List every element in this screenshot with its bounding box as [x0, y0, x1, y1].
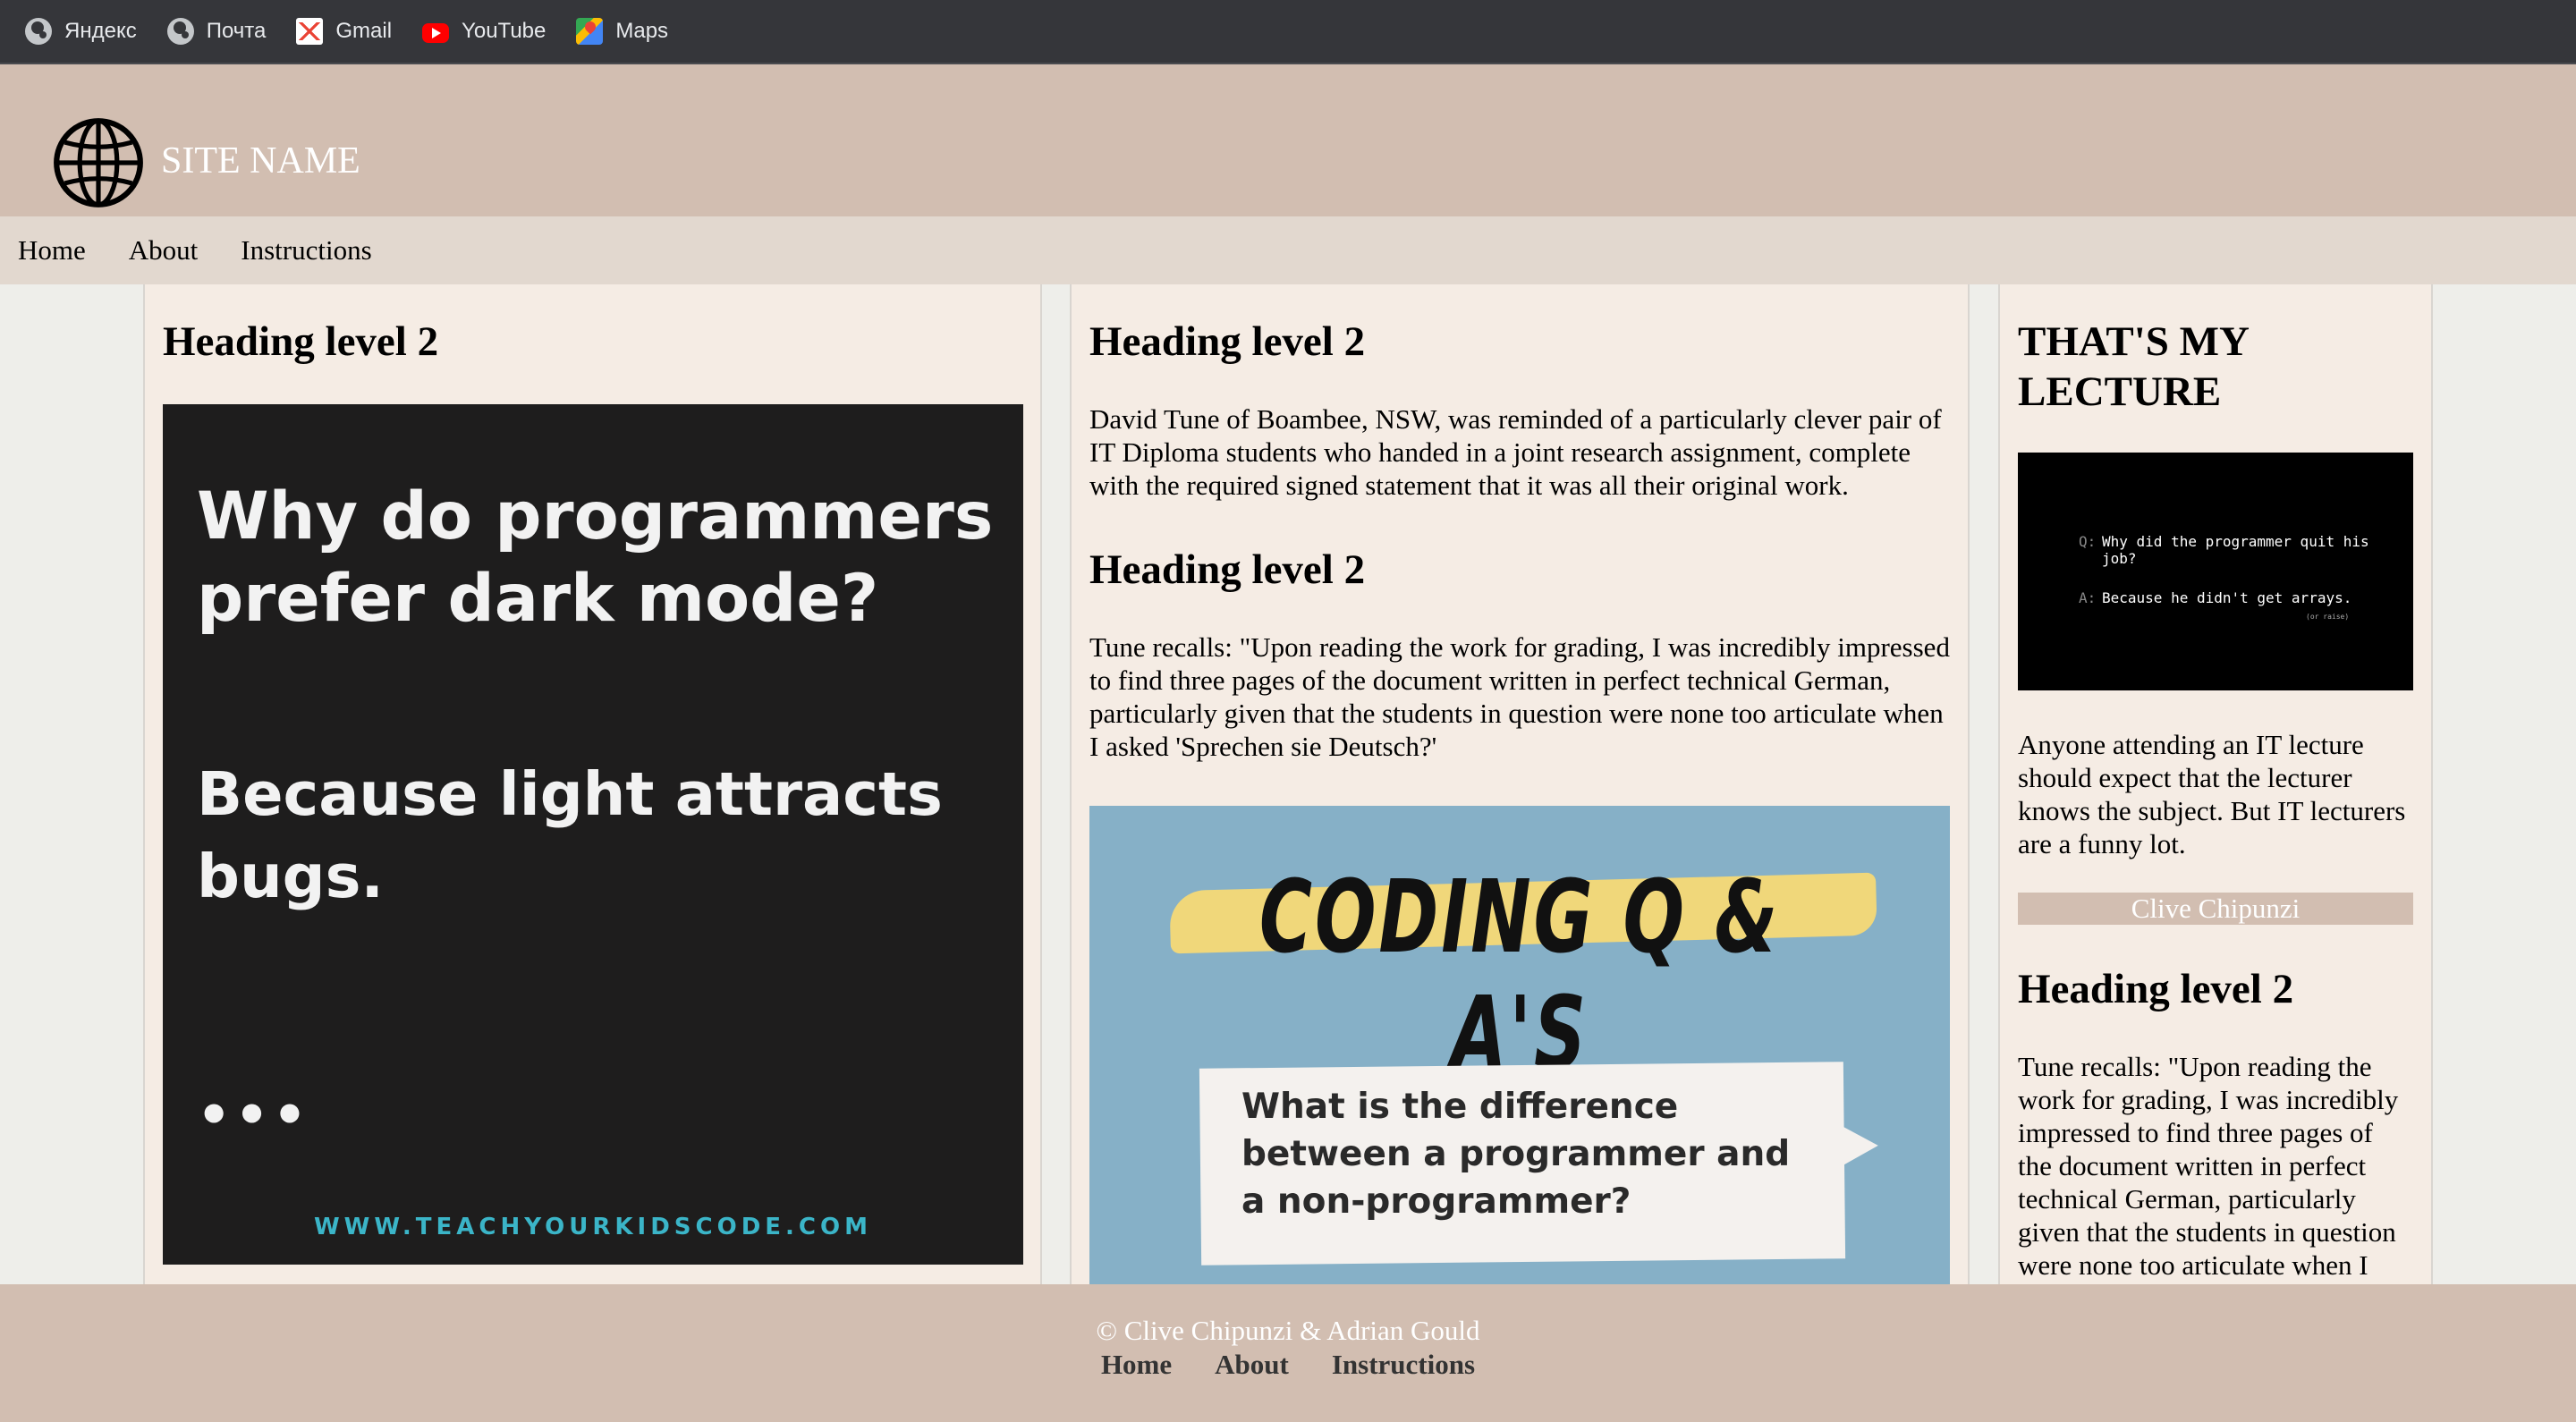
maps-icon — [576, 18, 604, 45]
joke-question: Why do programmers prefer dark mode? — [197, 478, 994, 637]
globe-icon — [166, 18, 194, 45]
bookmark-label: Яндекс — [64, 19, 137, 43]
site-footer: © Clive Chipunzi & Adrian Gould Home Abo… — [0, 1284, 2576, 1422]
bookmark-label: YouTube — [462, 19, 547, 43]
lecture-question: Why did the programmer quit his job? — [2102, 533, 2369, 567]
lecture-small-note: (or raise) — [2306, 613, 2350, 621]
bookmark-label: Почта — [206, 19, 267, 43]
joke-answer: Because light attracts bugs. — [197, 759, 943, 911]
globe-icon[interactable] — [52, 116, 145, 209]
footer-link-instructions[interactable]: Instructions — [1332, 1349, 1475, 1381]
column-right: THAT'S MY LECTURE Q: Why did the program… — [1998, 284, 2433, 1284]
bookmark-label: Maps — [615, 19, 669, 43]
paragraph: Tune recalls: "Upon reading the work for… — [1089, 631, 1950, 762]
a-label: A: — [2079, 589, 2097, 606]
bookmark-maps[interactable]: Maps — [576, 18, 668, 45]
nav-about[interactable]: About — [129, 234, 199, 267]
footer-nav: Home About Instructions — [0, 1349, 2576, 1381]
footer-link-home[interactable]: Home — [1101, 1349, 1172, 1381]
bookmarks-bar: Яндекс Почта Gmail YouTube Maps — [0, 0, 2576, 64]
gmail-icon — [296, 18, 324, 45]
lecture-heading: THAT'S MY LECTURE — [2018, 318, 2249, 415]
main-nav: Home About Instructions — [0, 216, 2576, 284]
paragraph: Anyone attending an IT lecture should ex… — [2018, 729, 2406, 859]
bookmark-yandex[interactable]: Яндекс — [25, 18, 137, 45]
site-name[interactable]: SITE NAME — [161, 140, 360, 182]
column-left: Heading level 2 Why do programmers prefe… — [143, 284, 1042, 1284]
dark-mode-joke-image: Why do programmers prefer dark mode? Bec… — [163, 404, 1023, 1265]
speech-bubble-text: What is the difference between a program… — [1241, 1087, 1791, 1222]
youtube-icon — [422, 23, 450, 43]
paragraph: David Tune of Boambee, NSW, was reminded… — [1089, 403, 1942, 501]
q-label: Q: — [2079, 533, 2097, 550]
column-middle: Heading level 2 David Tune of Boambee, N… — [1070, 284, 1970, 1284]
bookmark-youtube[interactable]: YouTube — [422, 19, 546, 44]
site-header: SITE NAME — [0, 64, 2576, 216]
heading: Heading level 2 — [2018, 966, 2294, 1012]
copyright: © Clive Chipunzi & Adrian Gould — [1096, 1315, 1480, 1346]
paragraph: Tune recalls: "Upon reading the work for… — [2018, 1051, 2399, 1284]
footer-link-about[interactable]: About — [1215, 1349, 1289, 1381]
bookmark-pochta[interactable]: Почта — [166, 18, 267, 45]
lecture-answer: Because he didn't get arrays. — [2102, 589, 2352, 606]
heading: Heading level 2 — [1089, 318, 1366, 365]
nav-instructions[interactable]: Instructions — [241, 234, 371, 267]
joke-url: WWW.TEACHYOURKIDSCODE.COM — [314, 1214, 872, 1240]
bookmark-gmail[interactable]: Gmail — [296, 18, 392, 45]
heading: Heading level 2 — [1089, 546, 1366, 593]
lecture-joke-image: Q: Why did the programmer quit his job? … — [2018, 453, 2413, 690]
bookmark-label: Gmail — [335, 19, 393, 43]
coding-qa-title: CODING Q & A'S — [1258, 859, 1781, 1092]
joke-dots: ••• — [197, 1084, 311, 1147]
coding-qa-image: CODING Q & A'S What is the difference be… — [1089, 806, 1950, 1284]
heading: Heading level 2 — [163, 318, 439, 365]
attribution: Clive Chipunzi — [2018, 893, 2413, 925]
nav-home[interactable]: Home — [18, 234, 86, 267]
globe-icon — [25, 18, 52, 45]
